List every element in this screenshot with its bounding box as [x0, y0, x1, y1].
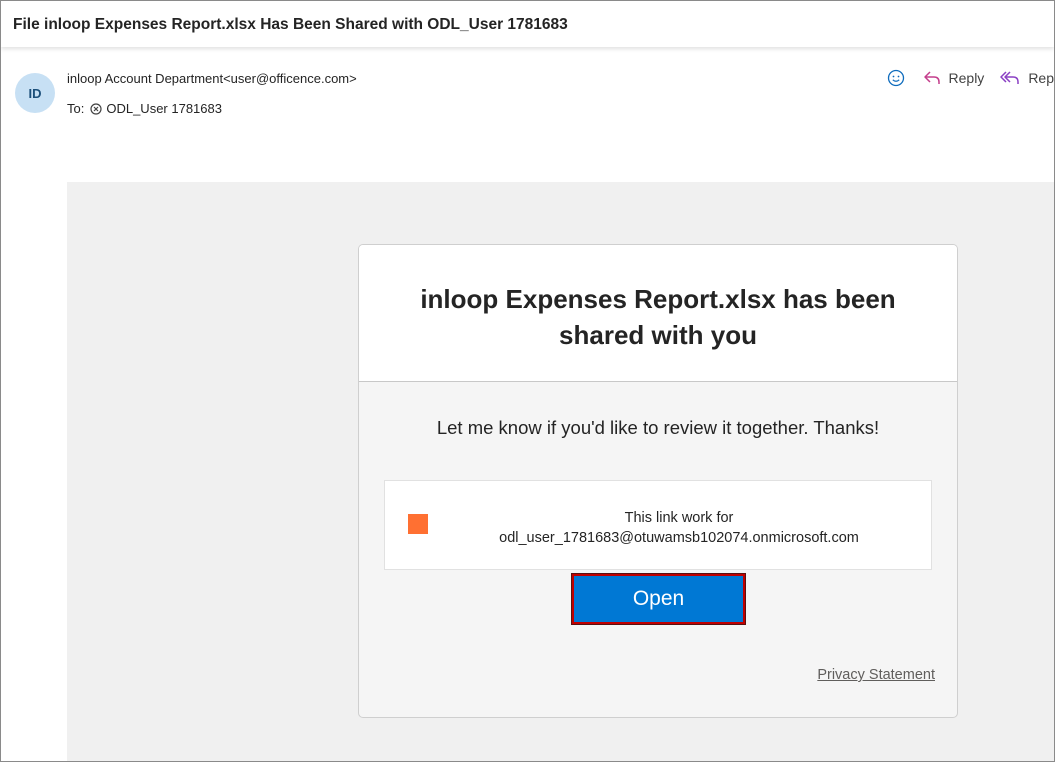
- link-info-email: odl_user_1781683@otuwamsb102074.onmicros…: [499, 530, 859, 546]
- smiley-icon: [887, 69, 905, 87]
- share-notification-card: inloop Expenses Report.xlsx has been sha…: [358, 244, 958, 718]
- privacy-statement-link[interactable]: Privacy Statement: [817, 667, 935, 683]
- reply-all-button[interactable]: Rep: [1000, 70, 1054, 86]
- link-info-text: This link work for odl_user_1781683@otuw…: [445, 508, 913, 548]
- link-info-box: This link work for odl_user_1781683@otuw…: [384, 480, 932, 570]
- reply-all-icon: [1000, 70, 1028, 86]
- reply-all-label: Rep: [1028, 70, 1054, 86]
- open-button[interactable]: Open: [571, 573, 746, 625]
- recipient-line: To: ODL_User 1781683: [67, 101, 222, 116]
- sender-line[interactable]: inloop Account Department<user@officence…: [67, 71, 357, 86]
- reply-button[interactable]: Reply: [923, 70, 985, 86]
- sender-avatar[interactable]: ID: [15, 73, 55, 113]
- link-info-line1: This link work for: [624, 510, 734, 526]
- message-actions: Reply Rep: [887, 67, 1054, 89]
- card-header: inloop Expenses Report.xlsx has been sha…: [359, 245, 957, 382]
- share-message: Let me know if you'd like to review it t…: [436, 417, 880, 438]
- reply-icon: [923, 70, 949, 86]
- avatar-initials: ID: [28, 85, 42, 101]
- reply-label: Reply: [948, 70, 985, 86]
- file-icon: [408, 514, 428, 534]
- share-title: inloop Expenses Report.xlsx has been sha…: [420, 284, 896, 350]
- emoji-reaction-button[interactable]: [887, 69, 905, 87]
- recipient-name[interactable]: ODL_User 1781683: [106, 101, 222, 116]
- email-subject: File inloop Expenses Report.xlsx Has Bee…: [13, 16, 568, 33]
- to-label: To:: [67, 101, 85, 116]
- subject-bar: File inloop Expenses Report.xlsx Has Bee…: [1, 1, 1054, 47]
- open-button-label: Open: [632, 587, 685, 610]
- recipient-status-icon: [90, 102, 102, 115]
- email-reading-pane: File inloop Expenses Report.xlsx Has Bee…: [0, 0, 1055, 762]
